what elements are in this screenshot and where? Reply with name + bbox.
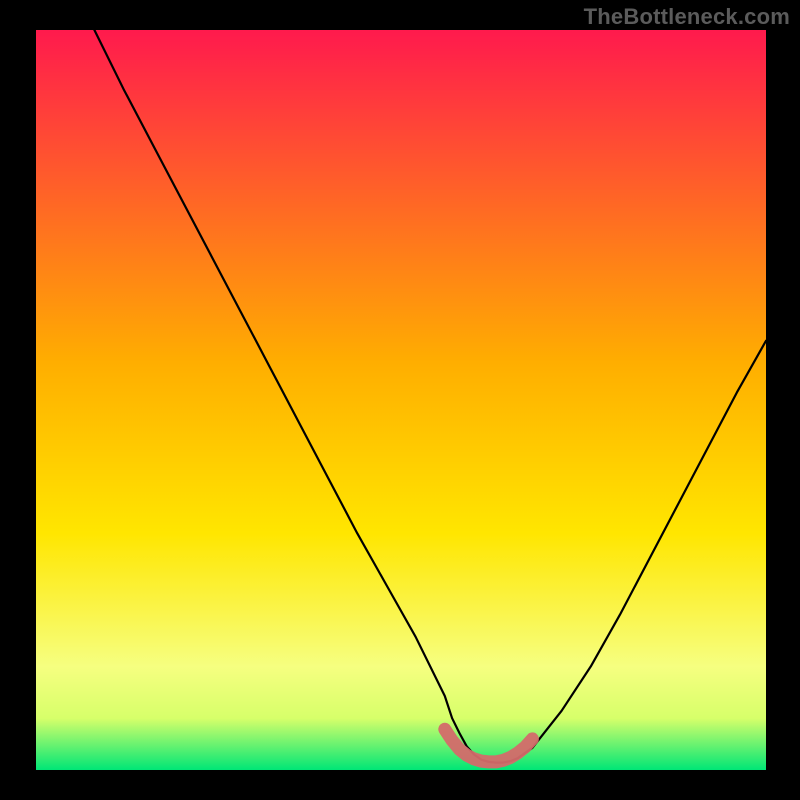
watermark-text: TheBottleneck.com (584, 4, 790, 30)
chart-frame: TheBottleneck.com (0, 0, 800, 800)
plot-area (36, 30, 766, 770)
gradient-background (36, 30, 766, 770)
bottleneck-chart-svg (36, 30, 766, 770)
